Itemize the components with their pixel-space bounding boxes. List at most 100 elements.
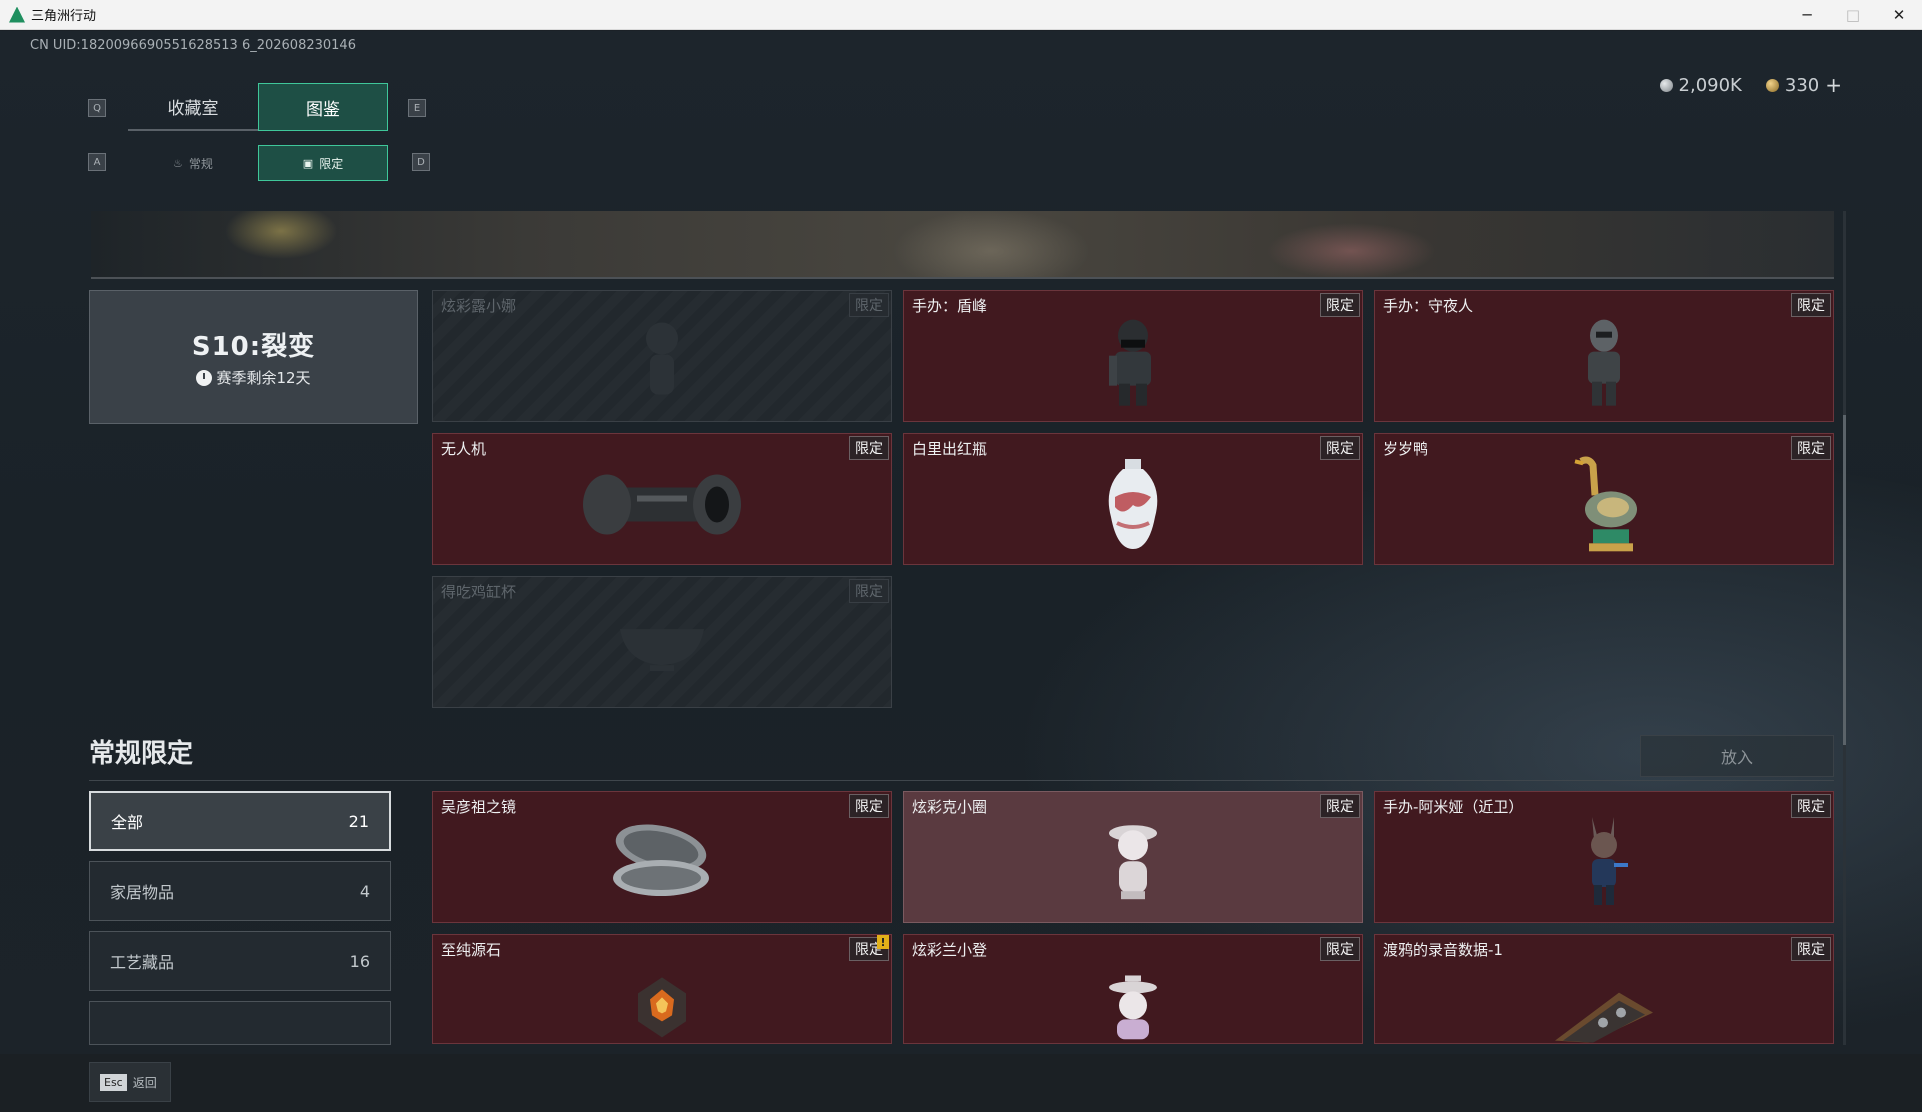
limited-badge: 限定 <box>1320 937 1360 961</box>
item-name: 手办：盾峰 <box>912 297 988 315</box>
figurine-icon <box>1103 975 1163 1043</box>
item-name: 无人机 <box>441 440 487 458</box>
put-in-button[interactable]: 放入 <box>1640 735 1834 777</box>
item-name: 吴彦祖之镜 <box>441 798 517 816</box>
item-name: 岁岁鸭 <box>1383 440 1429 458</box>
player-uid: CN UID:1820096690551628513 6_20260823014… <box>30 38 356 53</box>
limited-badge: 限定 <box>1320 794 1360 818</box>
season-remaining-text: 赛季剩余12天 <box>216 369 311 387</box>
item-card[interactable]: 至纯源石 限定 ! <box>432 934 892 1044</box>
limited-badge: 限定 <box>1791 794 1831 818</box>
close-button[interactable]: ✕ <box>1876 0 1922 30</box>
bowl-icon <box>612 615 712 679</box>
limited-badge: 限定 <box>849 293 889 317</box>
gold-coin-icon <box>1765 78 1779 92</box>
gold-amount: 330 <box>1784 74 1820 96</box>
silver-currency: 2,090K <box>1659 74 1742 96</box>
filter-label: 家居物品 <box>110 883 175 902</box>
maximize-button[interactable]: □ <box>1830 0 1876 30</box>
season-banner-image <box>91 211 1834 279</box>
esc-key-hint: Esc <box>100 1073 127 1091</box>
window-titlebar: 三角洲行动 ─ □ ✕ <box>0 0 1922 30</box>
add-currency-button[interactable]: + <box>1825 73 1842 97</box>
window-title: 三角洲行动 <box>31 9 97 24</box>
subtab-limited[interactable]: ▣ 限定 <box>258 145 388 181</box>
item-card[interactable]: 岁岁鸭 限定 <box>1374 433 1834 565</box>
item-card[interactable]: 手办：守夜人 限定 <box>1374 290 1834 422</box>
cassette-icon <box>1549 983 1659 1043</box>
window-controls: ─ □ ✕ <box>1784 0 1922 30</box>
minimize-button[interactable]: ─ <box>1784 0 1830 30</box>
item-card[interactable]: 炫彩克小圈 限定 <box>903 791 1363 923</box>
item-card[interactable]: 渡鸦的录音数据-1 限定 <box>1374 934 1834 1044</box>
silver-amount: 2,090K <box>1678 74 1742 96</box>
back-label: 返回 <box>132 1075 157 1090</box>
season-remaining: 赛季剩余12天 <box>196 367 311 388</box>
filter-home-items[interactable]: 家居物品 4 <box>89 861 391 921</box>
item-name: 炫彩露小娜 <box>441 297 517 315</box>
limited-badge: 限定 <box>1320 436 1360 460</box>
silver-coin-icon <box>1659 78 1673 92</box>
item-card[interactable]: 吴彦祖之镜 限定 <box>432 791 892 923</box>
filter-label: 工艺藏品 <box>110 953 175 972</box>
limited-badge: 限定 <box>1791 436 1831 460</box>
filter-all[interactable]: 全部 21 <box>89 791 391 851</box>
game-viewport: CN UID:1820096690551628513 6_20260823014… <box>0 31 1922 1112</box>
section-title: 常规限定 <box>89 739 194 769</box>
item-name: 炫彩克小圈 <box>912 798 988 816</box>
figurine-icon <box>637 317 687 411</box>
currency-bar: 2,090K 330 + <box>1659 71 1842 99</box>
clock-icon <box>196 369 213 386</box>
item-card[interactable]: 白里出红瓶 限定 <box>903 433 1363 565</box>
tab-codex[interactable]: 图鉴 <box>258 83 388 131</box>
next-subtab-key-hint: D <box>412 153 430 171</box>
limited-badge: 限定 <box>1791 293 1831 317</box>
season-card: S10:裂变 赛季剩余12天 <box>89 290 418 424</box>
item-card[interactable]: 手办：盾峰 限定 <box>903 290 1363 422</box>
app-logo-icon <box>9 6 25 23</box>
scrollbar-thumb[interactable] <box>1843 415 1846 745</box>
limited-badge: 限定 <box>849 436 889 460</box>
item-name: 得吃鸡缸杯 <box>441 583 517 601</box>
item-name: 手办：守夜人 <box>1383 297 1474 315</box>
item-name: 至纯源石 <box>441 941 502 959</box>
item-card[interactable]: 手办-阿米娅（近卫） 限定 <box>1374 791 1834 923</box>
subtab-regular-label: 常规 <box>188 156 213 171</box>
anime-figure-icon <box>1574 815 1634 915</box>
prev-tab-key-hint: Q <box>88 99 106 117</box>
filter-count: 21 <box>348 811 369 831</box>
back-button[interactable]: Esc 返回 <box>89 1062 171 1102</box>
filter-count: 4 <box>359 881 370 901</box>
filter-more[interactable] <box>89 1001 391 1045</box>
limited-badge: 限定 <box>849 579 889 603</box>
item-card[interactable]: 炫彩露小娜 限定 <box>432 290 892 422</box>
image-icon: ▣ <box>302 156 314 170</box>
flame-icon: ♨ <box>173 156 183 170</box>
item-card[interactable]: 无人机 限定 <box>432 433 892 565</box>
subtab-regular[interactable]: ♨ 常规 <box>128 145 258 181</box>
subtab-limited-label: 限定 <box>319 156 344 171</box>
filter-count: 16 <box>349 951 370 971</box>
armored-figure-icon <box>1578 316 1630 412</box>
limited-badge: 限定 <box>849 794 889 818</box>
tab-collection-room[interactable]: 收藏室 <box>128 83 258 131</box>
item-name: 白里出红瓶 <box>912 440 988 458</box>
item-name: 炫彩兰小登 <box>912 941 988 959</box>
item-card[interactable]: 得吃鸡缸杯 限定 <box>432 576 892 708</box>
crystal-icon <box>634 975 690 1043</box>
item-card[interactable]: 炫彩兰小登 限定 <box>903 934 1363 1044</box>
bottom-bar <box>0 1054 1922 1112</box>
prev-subtab-key-hint: A <box>88 153 106 171</box>
limited-badge: 限定 <box>1320 293 1360 317</box>
duck-statue-icon <box>1569 455 1639 559</box>
vase-icon <box>1101 457 1165 557</box>
soldier-figure-icon <box>1105 316 1161 412</box>
item-name: 渡鸦的录音数据-1 <box>1383 941 1503 959</box>
filter-label: 全部 <box>111 813 144 832</box>
item-name: 手办-阿米娅（近卫） <box>1383 798 1524 816</box>
season-title: S10:裂变 <box>191 332 316 362</box>
filter-craft-collectibles[interactable]: 工艺藏品 16 <box>89 931 391 991</box>
warning-icon: ! <box>877 935 889 949</box>
section-divider <box>89 780 1834 781</box>
figurine-icon <box>1103 819 1163 909</box>
